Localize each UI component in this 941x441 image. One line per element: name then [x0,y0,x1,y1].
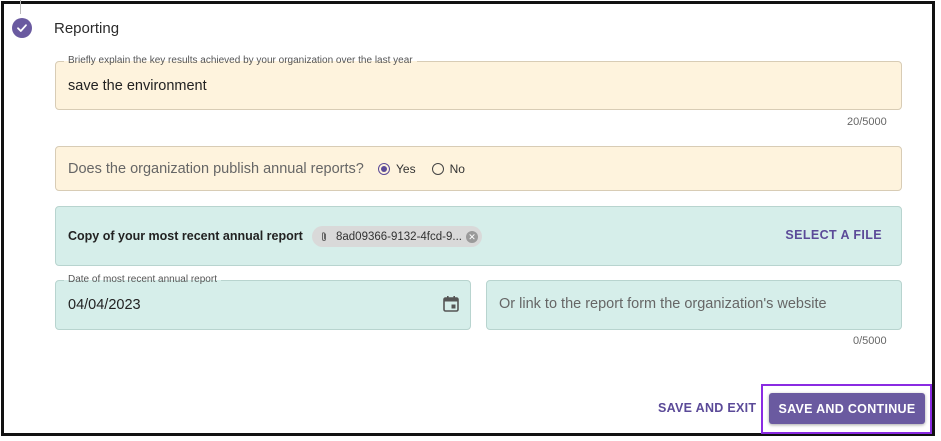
remove-file-icon[interactable]: ✕ [466,230,478,243]
step-title: Reporting [54,20,120,37]
annual-reports-field: Does the organization publish annual rep… [55,146,902,191]
radio-yes[interactable] [378,163,390,175]
radio-no[interactable] [431,163,444,175]
key-results-counter: 20/5000 [847,116,887,128]
save-and-exit-button[interactable]: SAVE AND EXIT [658,401,756,415]
key-results-label: Briefly explain the key results achieved… [64,55,417,67]
annual-report-upload: Copy of your most recent annual report 8… [55,206,902,266]
key-results-value: save the environment [68,78,207,94]
file-name: 8ad09366-9132-4fcd-9... [336,230,462,243]
annual-reports-question: Does the organization publish annual rep… [68,161,364,177]
key-results-field[interactable]: Briefly explain the key results achieved… [55,55,902,110]
radio-no-label: No [449,162,465,176]
stepper-connector [20,0,21,14]
report-date-field[interactable]: Date of most recent annual report 04/04/… [55,274,471,330]
report-link-field[interactable]: Or link to the report form the organizat… [486,280,902,330]
calendar-icon[interactable] [442,295,460,313]
select-file-button[interactable]: SELECT A FILE [785,228,882,242]
report-date-value: 04/04/2023 [68,297,141,313]
save-and-continue-button[interactable]: SAVE AND CONTINUE [769,393,925,424]
report-date-label: Date of most recent annual report [64,274,221,286]
paperclip-icon [317,230,331,244]
annual-reports-radio-group: Yes No [378,162,475,176]
file-chip[interactable]: 8ad09366-9132-4fcd-9... ✕ [312,226,482,247]
report-link-placeholder: Or link to the report form the organizat… [499,296,827,312]
radio-yes-label: Yes [396,162,416,176]
report-link-counter: 0/5000 [853,335,887,347]
check-circle-icon [12,18,32,38]
upload-label: Copy of your most recent annual report [68,229,303,243]
